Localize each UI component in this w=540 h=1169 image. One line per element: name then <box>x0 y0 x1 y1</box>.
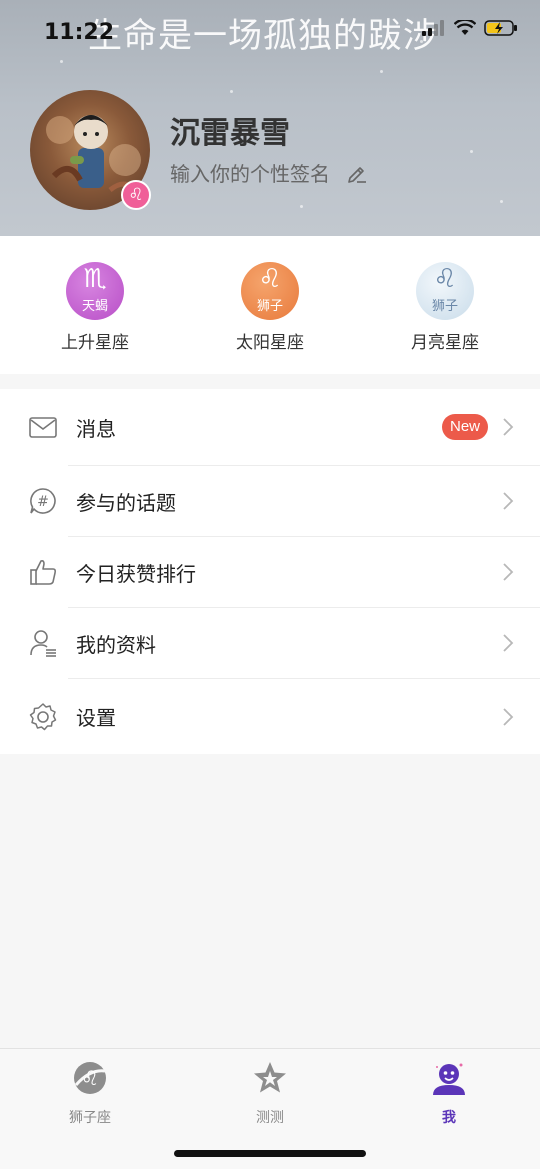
menu-item-settings[interactable]: 设置 <box>0 679 540 754</box>
gear-icon <box>29 702 57 730</box>
new-badge: New <box>442 414 488 440</box>
rising-sign[interactable]: ♏︎ 天蝎 上升星座 <box>35 262 155 353</box>
menu-item-messages[interactable]: 消息 New <box>0 389 540 465</box>
chevron-right-icon <box>503 563 514 581</box>
scorpio-sign-icon: ♏︎ 天蝎 <box>66 262 124 320</box>
avatar-zodiac-badge: ♌︎ <box>121 180 151 210</box>
battery-icon <box>484 20 517 36</box>
zodiac-row: ♏︎ 天蝎 上升星座 ♌︎ 狮子 太阳星座 ♌︎ 狮子 月亮星座 <box>0 236 540 374</box>
snow-speck <box>230 90 233 93</box>
edit-pencil-icon[interactable] <box>346 162 368 184</box>
snow-speck <box>300 205 303 208</box>
snow-speck <box>500 200 503 203</box>
zodiac-glyph: ♌︎ <box>258 264 282 294</box>
sun-sign[interactable]: ♌︎ 狮子 太阳星座 <box>210 262 330 353</box>
menu-item-profile[interactable]: 我的资料 <box>0 608 540 678</box>
menu-item-topics[interactable]: # 参与的话题 <box>0 466 540 536</box>
signal-icon <box>422 20 444 36</box>
star-icon <box>254 1062 286 1093</box>
tab-label-tests: 测测 <box>256 1110 284 1126</box>
sun-sign-label: 太阳星座 <box>236 333 304 353</box>
wifi-icon <box>454 20 476 35</box>
leo-sign-icon: ♌︎ 狮子 <box>241 262 299 320</box>
snow-speck <box>380 70 383 73</box>
svg-text:♌: ♌ <box>81 1066 99 1090</box>
signature-field[interactable]: 输入你的个性签名 <box>170 158 368 187</box>
rising-sign-label: 上升星座 <box>61 333 129 353</box>
status-time: 11:22 <box>44 20 115 45</box>
me-icon <box>433 1063 465 1095</box>
svg-text:#: # <box>37 494 49 510</box>
chevron-right-icon <box>503 418 514 436</box>
user-profile-icon <box>30 630 56 657</box>
tab-tests[interactable]: 测测 <box>215 1059 325 1127</box>
snow-speck <box>470 150 473 153</box>
zodiac-glyph: ♌︎ <box>433 264 457 294</box>
menu-list: 消息 New # 参与的话题 今日获赞排行 我的资料 设置 <box>0 389 540 754</box>
tab-leo[interactable]: ♌ 狮子座 <box>35 1059 145 1127</box>
chevron-right-icon <box>503 634 514 652</box>
menu-label-profile: 我的资料 <box>76 632 156 657</box>
zodiac-sign-name: 天蝎 <box>81 299 108 314</box>
thumbs-up-icon <box>30 560 57 585</box>
menu-label-likes: 今日获赞排行 <box>76 561 196 586</box>
mail-icon <box>29 417 57 438</box>
menu-item-likes-ranking[interactable]: 今日获赞排行 <box>0 537 540 607</box>
zodiac-sign-name: 狮子 <box>431 299 458 314</box>
zodiac-sign-name: 狮子 <box>256 299 283 314</box>
chevron-right-icon <box>503 707 514 726</box>
tab-me[interactable]: 我 <box>394 1059 504 1127</box>
home-indicator <box>174 1150 366 1157</box>
moon-sign[interactable]: ♌︎ 狮子 月亮星座 <box>385 262 505 353</box>
menu-label-messages: 消息 <box>76 416 116 441</box>
tab-label-leo: 狮子座 <box>69 1110 111 1126</box>
tab-label-me: 我 <box>442 1110 456 1126</box>
header-banner-text: 生命是一场孤独的跋涉 <box>88 16 438 56</box>
signature-placeholder: 输入你的个性签名 <box>170 162 330 186</box>
leo-moon-sign-icon: ♌︎ 狮子 <box>416 262 474 320</box>
menu-label-settings: 设置 <box>76 706 116 730</box>
username: 沉雷暴雪 <box>170 116 290 151</box>
hashtag-bubble-icon: # <box>30 488 56 514</box>
leo-icon: ♌ <box>74 1062 106 1094</box>
zodiac-glyph: ♏︎ <box>83 264 107 294</box>
chevron-right-icon <box>503 492 514 510</box>
status-icons <box>422 20 518 36</box>
snow-speck <box>60 60 63 63</box>
moon-sign-label: 月亮星座 <box>411 333 479 353</box>
menu-label-topics: 参与的话题 <box>76 490 176 515</box>
profile-header: 生命是一场孤独的跋涉 11:22 ♌︎ 沉雷暴雪 输入你的个性签名 <box>0 0 540 236</box>
